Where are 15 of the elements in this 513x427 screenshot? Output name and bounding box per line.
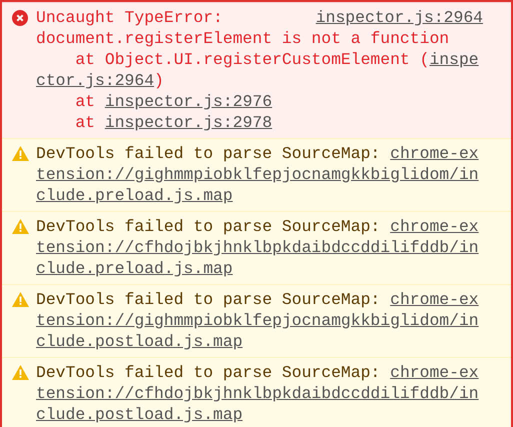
warning-icon	[12, 219, 28, 234]
error-icon	[12, 10, 28, 26]
warning-message: DevTools failed to parse SourceMap: chrome-extension://cfhdojbkjhnklbpkdaibdccddilifddb/include.preload.js.map	[36, 216, 480, 279]
warning-icon	[12, 146, 28, 161]
warning-icon	[12, 365, 28, 380]
error-title: Uncaught TypeError:	[36, 8, 223, 27]
warning-message: DevTools failed to parse SourceMap: chrome-extension://gighmmpiobklfepjocnamgkkbiglidom/include.preload.js.map	[36, 143, 480, 206]
stack-frame: at inspector.js:2976	[36, 91, 483, 112]
error-message: document.registerElement is not a function	[36, 29, 450, 48]
warning-message: DevTools failed to parse SourceMap: chrome-extension://cfhdojbkjhnklbpkdaibdccddilifddb/include.postload.js.map	[36, 362, 480, 425]
warning-message: DevTools failed to parse SourceMap: chrome-extension://gighmmpiobklfepjocnamgkkbiglidom/include.postload.js.map	[36, 289, 480, 352]
stack-frame: at Object.UI.registerCustomElement (inspector.js:2964)	[36, 49, 483, 91]
stack-frame: at inspector.js:2978	[36, 112, 483, 133]
warning-icon	[12, 292, 28, 307]
source-link[interactable]: inspector.js:2964	[316, 7, 483, 28]
